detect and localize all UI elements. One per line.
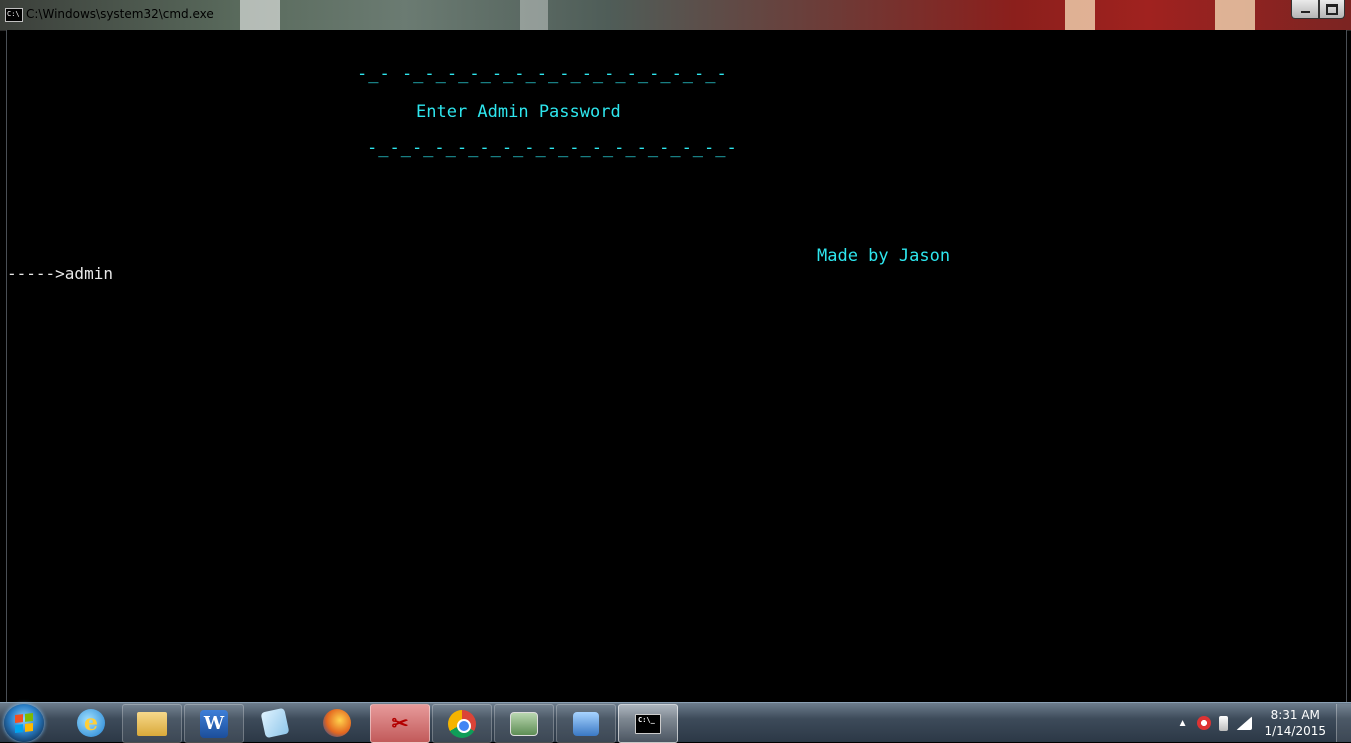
taskbar-item-chrome[interactable] <box>432 704 492 743</box>
taskbar-item-snipping-tool[interactable]: ✂ <box>370 704 430 743</box>
clock-date: 1/14/2015 <box>1264 724 1326 738</box>
show-hidden-icons-arrow[interactable]: ▲ <box>1178 718 1188 729</box>
chrome-icon <box>448 709 476 738</box>
windows-start-button[interactable] <box>4 704 44 742</box>
show-desktop-button[interactable] <box>1336 704 1351 742</box>
cmd-icon[interactable]: C:\ <box>5 8 23 22</box>
sticky-notes-icon <box>260 707 290 738</box>
firefox-icon <box>323 708 351 737</box>
minimize-icon <box>1300 11 1310 13</box>
remote-desktop-icon <box>573 711 599 736</box>
password-input-line[interactable]: ----->admin <box>7 264 113 283</box>
taskbar-item-firefox[interactable] <box>308 704 366 741</box>
taskbar-clock[interactable]: 8:31 AM 1/14/2015 <box>1264 707 1326 739</box>
taskbar-item-task-manager[interactable] <box>494 704 554 743</box>
internet-explorer-icon: e <box>77 708 105 737</box>
taskbar-item-internet-explorer[interactable]: e <box>62 704 120 741</box>
window-titlebar[interactable]: C:\ C:\Windows\system32\cmd.exe <box>0 0 1351 31</box>
minimize-button[interactable] <box>1291 0 1319 19</box>
power-icon[interactable] <box>1219 715 1229 731</box>
taskbar-item-windows-explorer[interactable] <box>122 704 182 743</box>
dash-line-bottom: -_-_-_-_-_-_-_-_-_-_-_-_-_-_-_-_- <box>367 138 738 158</box>
maximize-icon <box>1326 3 1338 15</box>
snipping-tool-icon: ✂ <box>391 713 409 735</box>
window-controls <box>1291 0 1345 19</box>
console-output[interactable]: -_- -_-_-_-_-_-_-_-_-_-_-_-_-_-_- Enter … <box>6 30 1347 702</box>
windows-explorer-icon <box>137 711 167 736</box>
credit-text: Made by Jason <box>817 246 951 266</box>
network-signal-icon[interactable] <box>1236 716 1253 730</box>
microsoft-word-icon: W <box>200 709 228 738</box>
taskbar-item-command-prompt[interactable]: C:\_ <box>618 704 678 743</box>
taskbar-item-microsoft-word[interactable]: W <box>184 704 244 743</box>
action-center-icon[interactable] <box>1197 716 1212 730</box>
taskbar: e W ✂ C:\_ ▲ 8:31 AM 1/14/2015 <box>0 702 1351 743</box>
taskbar-item-remote-desktop[interactable] <box>556 704 616 743</box>
windows-start-icon <box>15 713 33 733</box>
password-heading: Enter Admin Password <box>416 102 621 122</box>
command-prompt-icon: C:\_ <box>635 713 661 734</box>
taskbar-item-sticky-notes[interactable] <box>246 704 304 741</box>
maximize-button[interactable] <box>1319 0 1345 19</box>
task-manager-icon <box>510 711 538 736</box>
system-tray: ▲ 8:31 AM 1/14/2015 <box>1178 704 1351 742</box>
window-title: C:\Windows\system32\cmd.exe <box>26 7 214 21</box>
clock-time: 8:31 AM <box>1270 708 1320 722</box>
dash-line-top: -_- -_-_-_-_-_-_-_-_-_-_-_-_-_-_- <box>357 64 728 84</box>
